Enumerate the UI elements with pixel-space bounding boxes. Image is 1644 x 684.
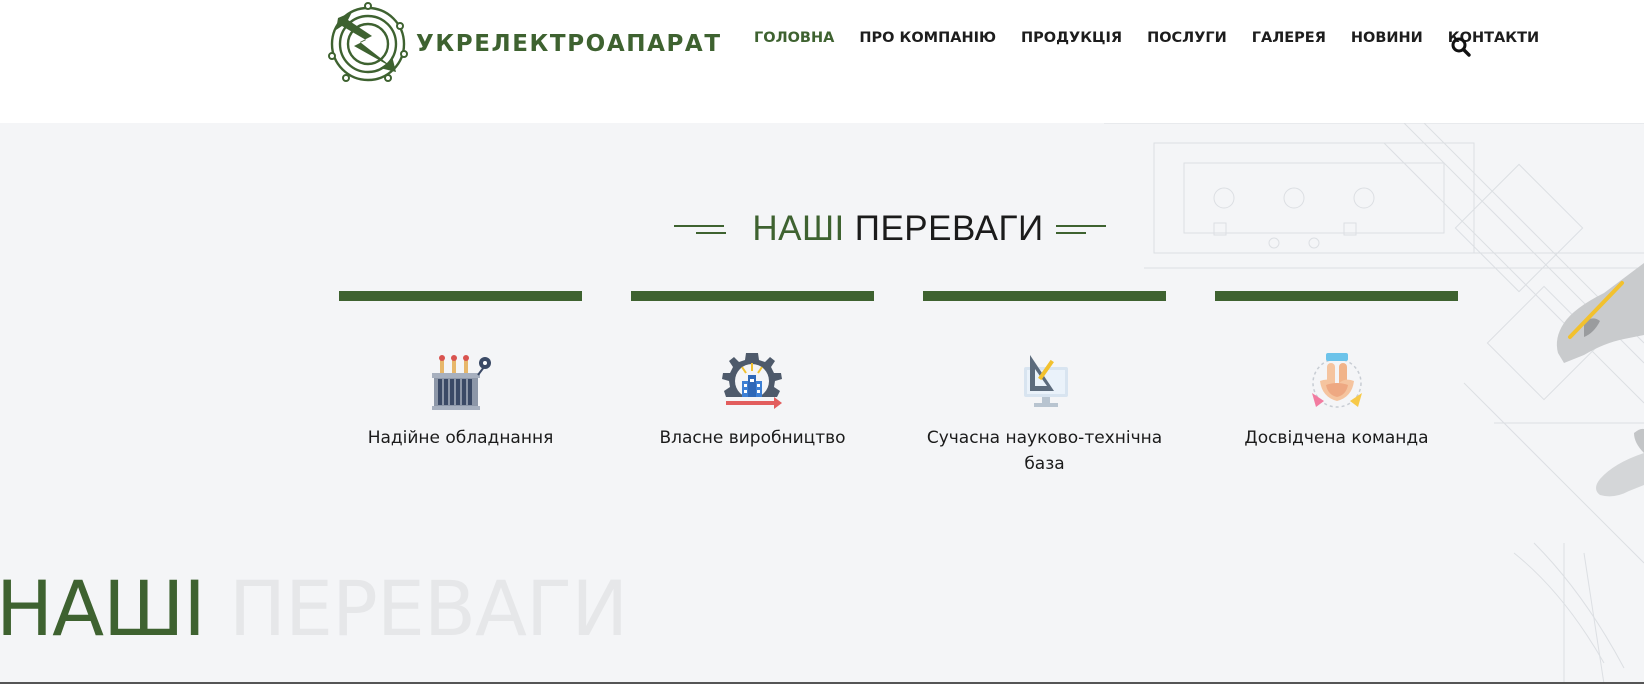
advantage-card: Досвідчена команда (1215, 291, 1458, 451)
advantages-section: НАШІ ПЕРЕВАГИ Надійне обладнання Власне … (0, 123, 1644, 684)
nav-item-gallery[interactable]: ГАЛЕРЕЯ (1252, 30, 1326, 46)
title-decoration-right (1055, 221, 1122, 237)
advantage-label: Надійне обладнання (367, 428, 554, 448)
team-hands-icon (1311, 353, 1362, 408)
nav-item-services[interactable]: ПОСЛУГИ (1147, 30, 1227, 46)
advantage-label: Власне виробництво (659, 428, 846, 448)
watermark-title: НАШІ ПЕРЕВАГИ (0, 571, 628, 647)
section-title: НАШІ ПЕРЕВАГИ (0, 206, 1644, 249)
section-title-main: ПЕРЕВАГИ (854, 209, 1044, 248)
transformer-icon (431, 355, 491, 410)
card-top-bar (923, 291, 1166, 301)
card-top-bar (1215, 291, 1458, 301)
brand-name: УКРЕЛЕКТРОАПАРАТ (416, 31, 722, 57)
logo-icon (328, 2, 408, 82)
site-header: УКРЕЛЕКТРОАПАРАТ ГОЛОВНА ПРО КОМПАНІЮ ПР… (0, 0, 1644, 123)
advantage-card: Сучасна науково-технічна база (923, 291, 1166, 477)
card-top-bar (631, 291, 874, 301)
advantage-label: Сучасна науково-технічна база (926, 428, 1163, 474)
nav-item-products[interactable]: ПРОДУКЦІЯ (1021, 30, 1122, 46)
watermark-faded: ПЕРЕВАГИ (228, 564, 628, 653)
advantage-card: Надійне обладнання (339, 291, 582, 451)
factory-gear-icon (721, 353, 782, 409)
section-title-accent: НАШІ (752, 209, 845, 248)
nav-item-news[interactable]: НОВИНИ (1351, 30, 1423, 46)
logo-link[interactable]: УКРЕЛЕКТРОАПАРАТ (326, 2, 722, 84)
title-decoration-left (674, 221, 740, 237)
advantage-label: Досвідчена команда (1244, 428, 1429, 448)
drafting-monitor-icon (1023, 355, 1068, 407)
watermark-accent: НАШІ (0, 564, 206, 653)
nav-item-home[interactable]: ГОЛОВНА (754, 30, 834, 46)
advantage-card: Власне виробництво (631, 291, 874, 451)
nav-item-about[interactable]: ПРО КОМПАНІЮ (859, 30, 996, 46)
main-nav: ГОЛОВНА ПРО КОМПАНІЮ ПРОДУКЦІЯ ПОСЛУГИ Г… (754, 30, 1564, 46)
card-top-bar (339, 291, 582, 301)
search-icon[interactable] (1450, 36, 1472, 58)
